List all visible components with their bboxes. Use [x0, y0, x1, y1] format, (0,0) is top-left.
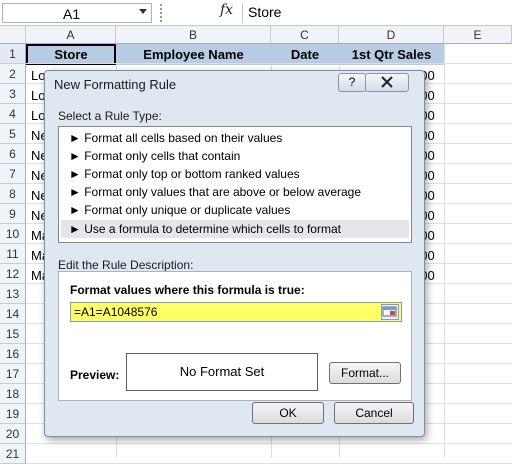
row-gridline: [26, 44, 512, 64]
new-formatting-rule-dialog: New Formatting Rule ? Select a Rule Type…: [44, 70, 425, 437]
name-box[interactable]: A1: [2, 3, 152, 23]
row-header-21[interactable]: 21: [0, 444, 26, 464]
row-header-12[interactable]: 12: [0, 264, 26, 284]
rule-type-item[interactable]: ► Format only values that are above or b…: [61, 183, 409, 201]
rule-type-item[interactable]: ► Format only cells that contain: [61, 147, 409, 165]
divider: [242, 3, 243, 23]
row-header-16[interactable]: 16: [0, 344, 26, 364]
range-picker-icon: [382, 306, 397, 317]
rule-type-item[interactable]: ► Format only top or bottom ranked value…: [61, 165, 409, 183]
close-button[interactable]: [365, 73, 409, 92]
column-header-c[interactable]: C: [271, 26, 339, 44]
cancel-button[interactable]: Cancel: [334, 402, 414, 424]
row-header-6[interactable]: 6: [0, 144, 26, 164]
row-header-17[interactable]: 17: [0, 364, 26, 384]
row-header-13[interactable]: 13: [0, 284, 26, 304]
row-header-20[interactable]: 20: [0, 424, 26, 444]
column-header-e[interactable]: E: [444, 26, 512, 44]
row-header-9[interactable]: 9: [0, 204, 26, 224]
dialog-title: New Formatting Rule: [54, 77, 177, 92]
chevron-down-icon[interactable]: [139, 9, 147, 14]
collapse-dialog-button[interactable]: [381, 304, 399, 320]
row-header-5[interactable]: 5: [0, 124, 26, 144]
ok-button[interactable]: OK: [252, 402, 324, 424]
row-header-18[interactable]: 18: [0, 384, 26, 404]
column-header-d[interactable]: D: [339, 26, 444, 44]
formula-bar: A1 fx Store: [0, 0, 512, 26]
row-header-10[interactable]: 10: [0, 224, 26, 244]
row-header-7[interactable]: 7: [0, 164, 26, 184]
row-header-11[interactable]: 11: [0, 244, 26, 264]
help-button[interactable]: ?: [338, 73, 366, 92]
edit-description-label: Edit the Rule Description:: [58, 258, 194, 272]
select-all-corner[interactable]: [0, 26, 26, 44]
row-header-14[interactable]: 14: [0, 304, 26, 324]
formula-input[interactable]: Store: [248, 4, 281, 20]
name-box-value: A1: [63, 6, 81, 22]
formula-label: Format values where this formula is true…: [70, 283, 305, 297]
preview-label: Preview:: [70, 368, 120, 382]
select-rule-type-label: Select a Rule Type:: [58, 109, 162, 123]
rule-formula-value: =A1=A1048576: [74, 305, 158, 319]
rule-type-item-selected[interactable]: ► Use a formula to determine which cells…: [61, 220, 409, 238]
rule-type-item[interactable]: ► Format all cells based on their values: [61, 129, 409, 147]
insert-function-icon[interactable]: fx: [220, 2, 233, 18]
close-icon: [381, 76, 393, 88]
rule-formula-input[interactable]: =A1=A1048576: [70, 302, 402, 322]
rule-type-item[interactable]: ► Format only unique or duplicate values: [61, 201, 409, 219]
format-button[interactable]: Format...: [329, 362, 401, 384]
row-header-4[interactable]: 4: [0, 104, 26, 124]
column-header-b[interactable]: B: [116, 26, 271, 44]
rule-type-list[interactable]: ► Format all cells based on their values…: [58, 126, 412, 243]
resize-grip-icon[interactable]: [160, 4, 164, 22]
row-header-3[interactable]: 3: [0, 84, 26, 104]
rule-description-panel: Format values where this formula is true…: [58, 271, 412, 401]
format-preview: No Format Set: [126, 353, 318, 391]
row-gridline: [26, 444, 512, 464]
row-header-15[interactable]: 15: [0, 324, 26, 344]
row-header-1[interactable]: 1: [0, 44, 26, 64]
row-header-8[interactable]: 8: [0, 184, 26, 204]
row-header-2[interactable]: 2: [0, 64, 26, 84]
column-header-a[interactable]: A: [26, 26, 116, 44]
row-header-19[interactable]: 19: [0, 404, 26, 424]
